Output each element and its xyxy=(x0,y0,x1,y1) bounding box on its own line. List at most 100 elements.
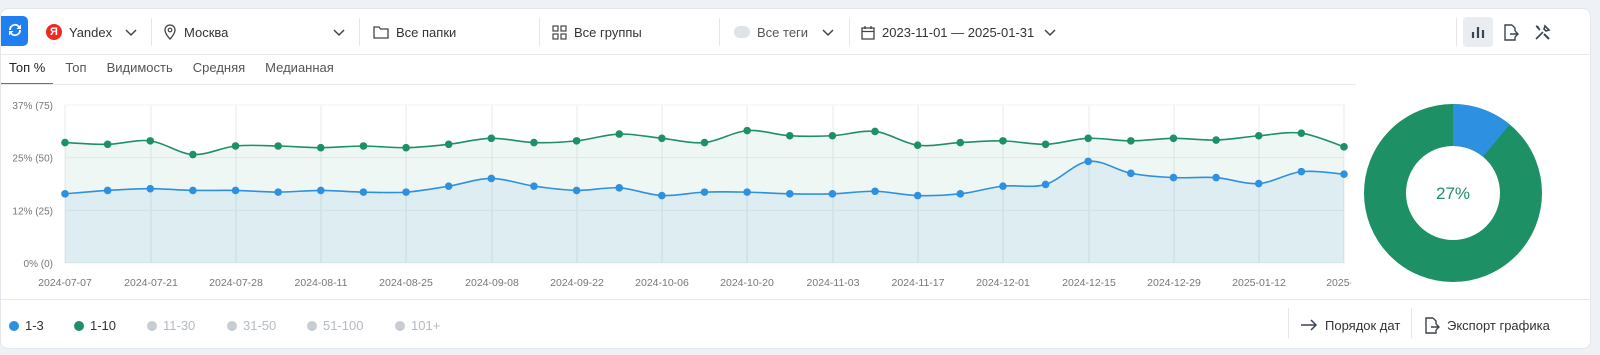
data-point-1-3 xyxy=(359,188,368,196)
x-tick-label: 2024-08-25 xyxy=(379,277,433,289)
filter-toolbar: Я Yandex Москва Все папки Все группы Все… xyxy=(1,9,1590,55)
data-point-1-10 xyxy=(1254,131,1263,140)
chart-view-button[interactable] xyxy=(1463,17,1493,47)
groups-select[interactable]: Все группы xyxy=(552,9,642,55)
engine-select[interactable]: Я Yandex xyxy=(46,9,112,55)
folder-icon xyxy=(373,26,389,39)
file-export-icon xyxy=(1503,23,1519,41)
data-point-1-10 xyxy=(274,142,282,150)
data-point-1-10 xyxy=(785,131,794,140)
data-point-1-3 xyxy=(317,186,325,195)
chevron-down-icon[interactable] xyxy=(821,25,835,39)
data-point-1-10 xyxy=(317,143,325,152)
data-point-1-10 xyxy=(871,127,879,136)
tab-top-percent[interactable]: Топ % xyxy=(1,57,54,85)
data-point-1-10 xyxy=(615,130,624,138)
data-point-1-3 xyxy=(700,188,709,196)
data-point-1-10 xyxy=(999,137,1007,145)
x-tick-label: 2024-10-06 xyxy=(635,277,689,289)
tab-median[interactable]: Медианная xyxy=(257,57,342,85)
yandex-logo-icon: Я xyxy=(46,24,62,40)
data-point-1-10 xyxy=(658,134,666,143)
refresh-icon xyxy=(6,21,24,42)
data-point-1-10 xyxy=(1297,129,1306,137)
data-point-1-3 xyxy=(999,182,1007,190)
donut-chart: 27% xyxy=(1364,104,1542,282)
tags-select[interactable]: Все теги xyxy=(734,9,808,55)
folders-label: Все папки xyxy=(396,24,457,40)
tab-average[interactable]: Средняя xyxy=(185,57,253,85)
region-label: Москва xyxy=(184,24,229,40)
y-tick-label: 37% (75) xyxy=(12,101,53,112)
data-point-1-3 xyxy=(402,188,410,196)
legend-item-31-50[interactable]: 31-50 xyxy=(227,318,276,333)
grid-icon xyxy=(552,24,567,40)
tab-top[interactable]: Топ xyxy=(57,57,94,85)
legend-item-1-3[interactable]: 1-3 xyxy=(9,318,44,333)
data-point-1-10 xyxy=(231,142,240,150)
data-point-1-10 xyxy=(913,141,922,149)
data-point-1-10 xyxy=(1041,140,1050,149)
region-select[interactable]: Москва xyxy=(163,9,228,55)
data-point-1-3 xyxy=(615,184,624,192)
data-point-1-10 xyxy=(1127,137,1135,145)
data-point-1-10 xyxy=(189,150,197,159)
x-tick-label: 2024-08-11 xyxy=(295,277,348,289)
x-tick-label: 2024-12-29 xyxy=(1147,277,1201,289)
chevron-down-icon[interactable] xyxy=(332,25,346,39)
data-point-1-3 xyxy=(956,190,965,198)
legend-item-1-10[interactable]: 1-10 xyxy=(74,318,116,333)
arrow-right-icon xyxy=(1301,319,1318,331)
data-point-1-3 xyxy=(530,182,538,190)
tools-icon xyxy=(1534,24,1550,40)
y-tick-label: 0% (0) xyxy=(24,259,53,270)
data-point-1-3 xyxy=(913,191,922,200)
data-point-1-3 xyxy=(1340,170,1348,178)
data-point-1-10 xyxy=(146,137,155,145)
x-tick-label: 2024-12-15 xyxy=(1062,277,1116,289)
settings-tools-button[interactable] xyxy=(1527,17,1557,47)
folders-select[interactable]: Все папки xyxy=(373,9,456,55)
refresh-button[interactable] xyxy=(1,16,28,46)
y-tick-label: 25% (50) xyxy=(12,154,53,165)
chevron-down-icon[interactable] xyxy=(1043,25,1057,39)
data-point-1-3 xyxy=(1041,180,1050,189)
data-point-1-10 xyxy=(1212,136,1220,144)
data-point-1-3 xyxy=(785,190,794,198)
data-point-1-10 xyxy=(444,140,453,149)
data-point-1-3 xyxy=(658,191,666,200)
legend-item-51-100[interactable]: 51-100 xyxy=(307,318,363,333)
tab-visibility[interactable]: Видимость xyxy=(99,57,181,85)
data-point-1-10 xyxy=(743,126,751,135)
legend-item-101-plus[interactable]: 101+ xyxy=(395,318,440,333)
date-order-button[interactable]: Порядок дат xyxy=(1300,310,1400,340)
x-tick-label: 2024-11-03 xyxy=(807,277,860,289)
data-point-1-10 xyxy=(1169,134,1178,143)
data-point-1-10 xyxy=(700,138,709,147)
date-range-label: 2023-11-01 — 2025-01-31 xyxy=(882,24,1035,40)
data-point-1-3 xyxy=(189,186,197,195)
x-tick-label: 2024-12-01 xyxy=(976,277,1030,289)
data-point-1-3 xyxy=(828,190,837,198)
export-file-button[interactable] xyxy=(1495,17,1525,47)
data-point-1-3 xyxy=(103,186,112,195)
data-point-1-3 xyxy=(274,188,282,196)
legend-item-11-30[interactable]: 11-30 xyxy=(147,318,195,333)
calendar-icon xyxy=(861,25,875,40)
data-point-1-10 xyxy=(402,143,410,152)
export-chart-button[interactable]: Экспорт графика xyxy=(1424,310,1550,340)
date-range-select[interactable]: 2023-11-01 — 2025-01-31 xyxy=(861,9,1034,55)
tags-toggle[interactable] xyxy=(734,26,750,38)
data-point-1-10 xyxy=(572,137,581,145)
location-pin-icon xyxy=(164,24,176,40)
x-tick-label: 2024-07-07 xyxy=(38,277,92,289)
chevron-down-icon[interactable] xyxy=(124,25,138,39)
data-point-1-10 xyxy=(1084,134,1092,143)
metric-tabs: Топ % Топ Видимость Средняя Медианная xyxy=(1,57,346,85)
data-point-1-3 xyxy=(871,187,879,196)
data-point-1-3 xyxy=(444,182,453,190)
x-tick-label: 2024-09-08 xyxy=(465,277,519,289)
data-point-1-10 xyxy=(61,138,69,147)
data-point-1-10 xyxy=(956,138,965,147)
tags-label: Все теги xyxy=(757,24,809,40)
